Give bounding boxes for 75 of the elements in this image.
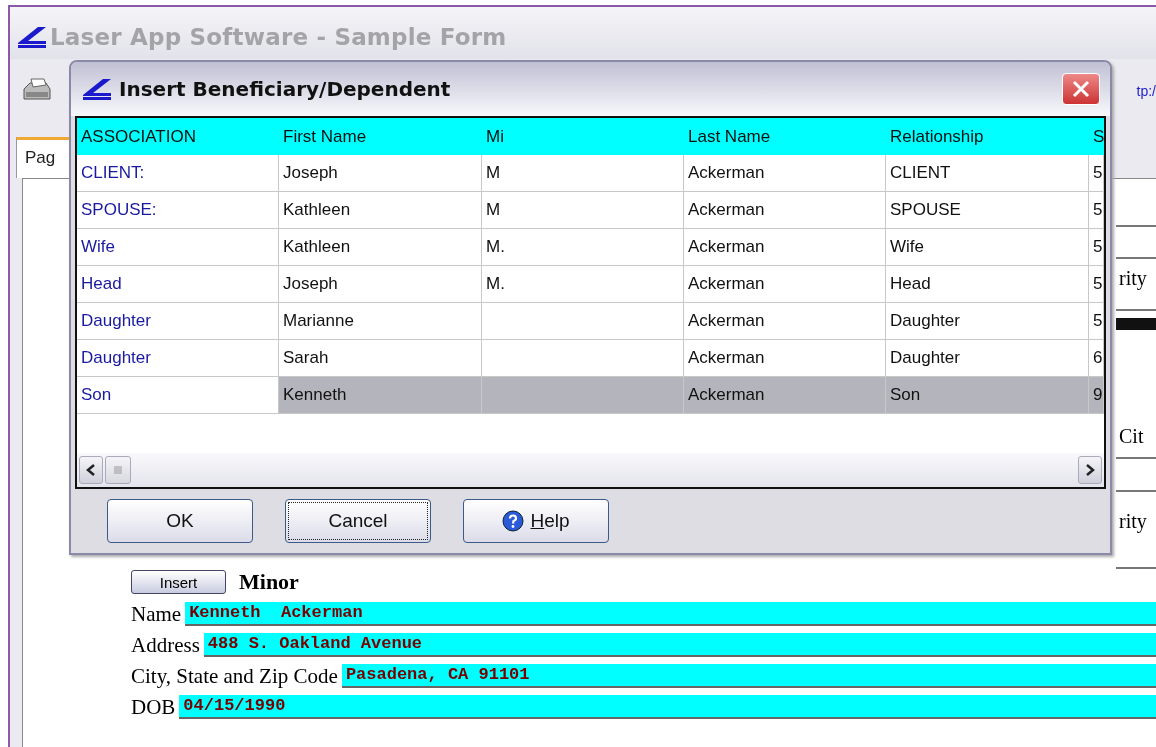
form-text: Cit <box>1118 425 1145 448</box>
section-title: Minor <box>239 569 299 595</box>
logo-icon <box>16 25 46 49</box>
table-cell[interactable]: Daughter <box>886 303 1089 339</box>
table-cell[interactable]: Head <box>886 266 1089 302</box>
field-label: City, State and Zip Code <box>131 666 339 688</box>
window-title: Laser App Software - Sample Form <box>50 24 507 50</box>
table-cell[interactable]: Ackerman <box>684 155 886 191</box>
table-cell[interactable]: Ackerman <box>684 266 886 302</box>
page-tab[interactable]: Pag <box>16 137 71 178</box>
column-header[interactable]: S <box>1089 118 1104 155</box>
table-cell[interactable]: CLIENT: <box>77 155 279 191</box>
table-cell[interactable]: Ackerman <box>684 377 886 413</box>
table-cell[interactable]: Kathleen <box>279 229 482 265</box>
table-cell[interactable]: CLIENT <box>886 155 1089 191</box>
table-cell[interactable]: Wife <box>886 229 1089 265</box>
table-cell[interactable]: M. <box>482 229 684 265</box>
table-cell[interactable]: Daughter <box>77 340 279 376</box>
field-label: DOB <box>131 697 177 719</box>
table-cell[interactable]: M <box>482 155 684 191</box>
column-header[interactable]: Mi <box>482 118 684 155</box>
table-cell[interactable]: Joseph <box>279 155 482 191</box>
table-cell[interactable]: Son <box>886 377 1089 413</box>
form-text: rity <box>1118 508 1148 535</box>
help-button[interactable]: Help <box>463 499 609 543</box>
input-field[interactable]: 488 S. Oakland Avenue <box>203 633 1156 657</box>
table-cell[interactable]: Kathleen <box>279 192 482 228</box>
close-button[interactable] <box>1062 73 1100 105</box>
scroll-thumb[interactable] <box>105 456 131 484</box>
insert-button[interactable]: Insert <box>131 570 226 594</box>
table-cell[interactable]: Ackerman <box>684 303 886 339</box>
logo-icon <box>81 77 111 101</box>
table-cell[interactable]: 5 <box>1089 192 1104 228</box>
table-cell[interactable]: M <box>482 192 684 228</box>
table-cell[interactable]: 5 <box>1089 303 1104 339</box>
table-cell[interactable]: Wife <box>77 229 279 265</box>
table-cell[interactable]: 5 <box>1089 266 1104 302</box>
table-cell[interactable]: Daughter <box>77 303 279 339</box>
form-bar <box>1116 318 1156 330</box>
table-cell[interactable]: 6 <box>1089 340 1104 376</box>
dialog-button[interactable]: OK <box>107 499 253 543</box>
dialog-button[interactable]: Cancel <box>285 499 431 543</box>
horizontal-scrollbar[interactable] <box>77 453 1104 487</box>
table-cell[interactable]: Ackerman <box>684 340 886 376</box>
table-cell[interactable]: Marianne <box>279 303 482 339</box>
table-cell[interactable]: SPOUSE: <box>77 192 279 228</box>
dialog-title: Insert Beneficiary/Dependent <box>119 77 451 101</box>
table-cell[interactable]: Head <box>77 266 279 302</box>
table-cell[interactable]: 5 <box>1089 229 1104 265</box>
column-header[interactable]: First Name <box>279 118 482 155</box>
table-cell[interactable]: Daughter <box>886 340 1089 376</box>
table-cell[interactable]: SPOUSE <box>886 192 1089 228</box>
field-label: Address <box>131 635 201 657</box>
close-icon <box>1071 79 1091 99</box>
table-cell[interactable]: 9 <box>1089 377 1104 413</box>
table-cell[interactable]: Ackerman <box>684 192 886 228</box>
table-cell[interactable]: Ackerman <box>684 229 886 265</box>
column-header[interactable]: Relationship <box>886 118 1089 155</box>
table-cell[interactable]: 5 <box>1089 155 1104 191</box>
form-text: rity <box>1118 265 1148 292</box>
scroll-right-button[interactable] <box>1078 456 1102 484</box>
table-cell[interactable]: M. <box>482 266 684 302</box>
table-cell[interactable] <box>482 377 684 413</box>
table-cell[interactable]: Joseph <box>279 266 482 302</box>
column-header[interactable]: ASSOCIATION <box>77 118 279 155</box>
table-cell[interactable]: Kenneth <box>279 377 482 413</box>
input-field[interactable]: 04/15/1990 <box>179 695 1156 719</box>
scroll-left-button[interactable] <box>79 456 103 484</box>
table-cell[interactable]: Sarah <box>279 340 482 376</box>
column-header[interactable]: Last Name <box>684 118 886 155</box>
input-field[interactable]: Pasadena, CA 91101 <box>341 664 1156 688</box>
field-label: Name <box>131 604 183 626</box>
url-link[interactable]: tp:/ <box>1136 82 1156 99</box>
help-icon <box>502 510 525 532</box>
input-field[interactable]: Kenneth Ackerman <box>185 602 1156 626</box>
